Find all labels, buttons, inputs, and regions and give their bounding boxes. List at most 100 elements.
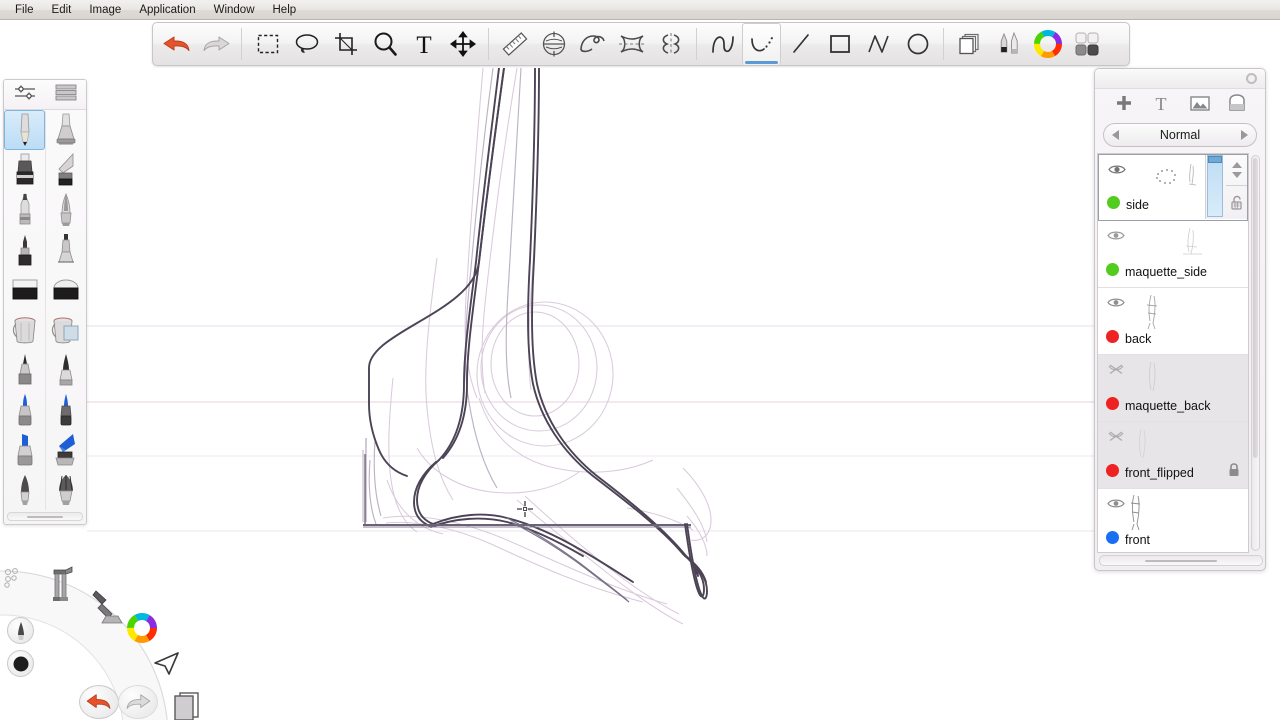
brush-palette-scrollbar[interactable] (7, 512, 83, 521)
brush-fan[interactable] (45, 470, 86, 510)
move-button[interactable] (443, 23, 482, 65)
ellipse-button[interactable] (898, 23, 937, 65)
brush-tip-button[interactable] (7, 617, 34, 644)
layer-row-back[interactable]: back (1098, 288, 1248, 355)
layer-row-front-flipped[interactable]: front_flipped (1098, 422, 1248, 489)
undo-button[interactable] (157, 23, 196, 65)
radial-undo-button[interactable] (79, 685, 119, 719)
layer-color-dot[interactable] (1106, 531, 1119, 544)
layer-row-maquette-side[interactable]: maquette_side (1098, 221, 1248, 288)
menu-item-window[interactable]: Window (205, 1, 264, 19)
layer-row-maquette-back[interactable]: maquette_back (1098, 355, 1248, 422)
spiral-dots-icon[interactable] (2, 566, 28, 597)
menu-item-edit[interactable]: Edit (43, 1, 81, 19)
brush-blue-marker[interactable] (4, 390, 45, 430)
layers-icon[interactable] (170, 690, 202, 720)
brush-eraser-round[interactable] (45, 270, 86, 310)
lasso-select-button[interactable] (287, 23, 326, 65)
layers-panel-button[interactable] (950, 23, 989, 65)
blue-pen-icon (60, 394, 71, 426)
close-icon[interactable] (1246, 73, 1257, 84)
add-image-layer-button[interactable] (1189, 93, 1211, 118)
redo-button[interactable] (196, 23, 235, 65)
mirror-button[interactable] (651, 23, 690, 65)
layer-panel-hscrollbar[interactable] (1099, 555, 1263, 566)
brush-chisel-tip[interactable] (4, 190, 45, 230)
ruler-button[interactable] (495, 23, 534, 65)
symmetry-button[interactable] (612, 23, 651, 65)
zoom-button[interactable] (365, 23, 404, 65)
sliders-settings-icon[interactable] (13, 83, 37, 106)
blend-mode-next-icon[interactable] (1241, 130, 1248, 140)
line-button[interactable] (781, 23, 820, 65)
blend-mode-selector[interactable]: Normal (1103, 123, 1257, 147)
brush-paint-bucket[interactable] (4, 310, 45, 350)
crop-button[interactable] (326, 23, 365, 65)
rectangle-select-button[interactable] (248, 23, 287, 65)
menu-item-application[interactable]: Application (130, 1, 204, 19)
brush-airbrush[interactable] (45, 110, 86, 150)
stamp-tool-icon[interactable] (92, 588, 126, 631)
brush-ink-brush[interactable] (45, 350, 86, 390)
blend-mode-prev-icon[interactable] (1112, 130, 1119, 140)
visibility-hidden-icon[interactable] (1107, 363, 1125, 376)
layer-color-dot[interactable] (1106, 330, 1119, 343)
layer-unlock-button[interactable] (1226, 187, 1247, 218)
layer-color-dot[interactable] (1106, 263, 1119, 276)
menu-item-help[interactable]: Help (264, 1, 306, 19)
pointer-select-icon[interactable] (152, 650, 182, 683)
visibility-eye-icon[interactable] (1107, 497, 1125, 510)
polyline-button[interactable] (859, 23, 898, 65)
layer-color-dot[interactable] (1106, 464, 1119, 477)
bezier-curve-button[interactable] (742, 23, 781, 65)
brush-ink-pen[interactable] (4, 350, 45, 390)
layer-color-dot[interactable] (1106, 397, 1119, 410)
visibility-eye-icon[interactable] (1107, 229, 1125, 242)
brush-blue-wide-marker[interactable] (4, 430, 45, 470)
layer-reorder-button[interactable] (1226, 155, 1247, 186)
rectangle-shape-button[interactable] (820, 23, 859, 65)
layer-list-vscrollbar[interactable] (1251, 155, 1260, 551)
toolbar-region: T (0, 20, 1280, 68)
add-text-layer-button[interactable]: T (1151, 93, 1171, 118)
color-wheel-button[interactable] (1028, 23, 1067, 65)
layer-mask-button[interactable] (1228, 93, 1246, 118)
color-wheel-icon[interactable] (126, 612, 158, 649)
lock-icon[interactable] (1228, 463, 1240, 476)
brush-settings-icon[interactable] (44, 564, 78, 609)
text-tool-button[interactable]: T (404, 23, 443, 65)
layer-row-front[interactable]: front (1098, 489, 1248, 552)
brush-felt-tip[interactable] (4, 230, 45, 270)
brush-blue-paint-brush[interactable] (45, 430, 86, 470)
visibility-eye-icon[interactable] (1108, 163, 1126, 176)
visibility-hidden-icon[interactable] (1107, 430, 1125, 443)
blue-marker-icon (18, 394, 31, 426)
brushes-panel-button[interactable] (989, 23, 1028, 65)
brush-spray-can[interactable] (45, 230, 86, 270)
brush-flat[interactable] (45, 150, 86, 190)
add-layer-button[interactable] (1114, 93, 1134, 118)
brush-pencil[interactable] (4, 110, 45, 150)
brush-paint-bucket-pattern[interactable] (45, 310, 86, 350)
radial-redo-button[interactable] (118, 685, 158, 719)
layer-color-dot[interactable] (1107, 196, 1120, 209)
layer-opacity-slider[interactable] (1207, 155, 1223, 217)
swatches-button[interactable] (1067, 23, 1106, 65)
drawing-canvas[interactable] (87, 68, 1094, 720)
list-view-icon[interactable] (54, 83, 78, 106)
brush-blue-pen[interactable] (45, 390, 86, 430)
foreground-color-button[interactable] (7, 650, 34, 677)
menu-item-file[interactable]: File (6, 1, 43, 19)
brush-soft[interactable] (4, 470, 45, 510)
visibility-eye-icon[interactable] (1107, 296, 1125, 309)
brush-eraser-square[interactable] (4, 270, 45, 310)
move-arrows-icon (449, 31, 476, 57)
menu-item-image[interactable]: Image (80, 1, 130, 19)
layer-panel-titlebar[interactable] (1095, 69, 1265, 89)
brush-marker[interactable] (4, 150, 45, 190)
opacity-slider-knob[interactable] (1208, 156, 1222, 163)
warp-button[interactable] (573, 23, 612, 65)
perspective-button[interactable] (534, 23, 573, 65)
freehand-curve-button[interactable] (703, 23, 742, 65)
brush-nib-pen[interactable] (45, 190, 86, 230)
